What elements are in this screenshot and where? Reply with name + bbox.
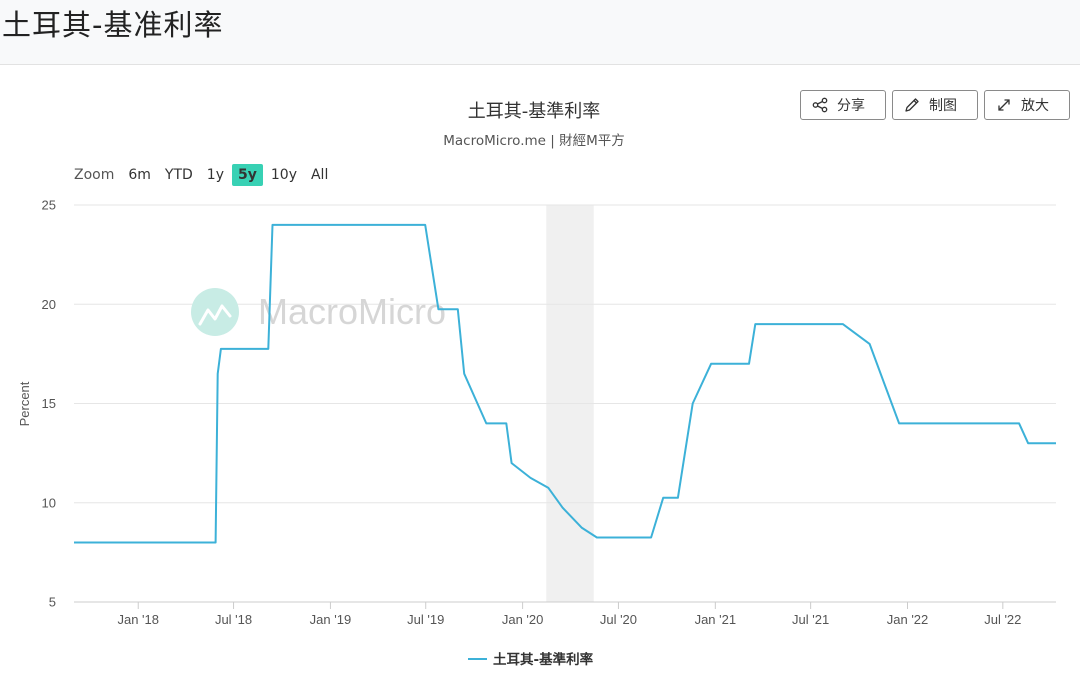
- x-tick-label: Jan '19: [310, 612, 352, 627]
- x-tick-label: Jan '22: [887, 612, 929, 627]
- y-tick-label: 10: [42, 495, 56, 510]
- x-tick-label: Jan '18: [117, 612, 159, 627]
- y-tick-label: 5: [49, 595, 56, 610]
- x-tick-label: Jul '18: [215, 612, 252, 627]
- chart-plot: MacroMicro 510152025 Jan '18 Jul '18 Jan '…: [17, 198, 1056, 668]
- y-tick-label: 20: [42, 297, 56, 312]
- watermark-logo-icon: [191, 288, 239, 336]
- x-tick-label: Jul '19: [407, 612, 444, 627]
- x-tick-label: Jan '21: [695, 612, 737, 627]
- y-axis: 5 10 15 20 25: [42, 198, 56, 610]
- x-axis: Jan '18 Jul '18 Jan '19 Jul '19 Jan '20 Jul '…: [117, 602, 1021, 627]
- x-tick-label: Jul '20: [600, 612, 637, 627]
- x-tick-label: Jan '20: [502, 612, 544, 627]
- watermark: MacroMicro: [191, 288, 446, 336]
- y-tick-label: 15: [42, 396, 56, 411]
- y-axis-title: Percent: [17, 381, 32, 426]
- x-tick-label: Jul '21: [792, 612, 829, 627]
- y-tick-label: 25: [42, 198, 56, 213]
- x-tick-label: Jul '22: [984, 612, 1021, 627]
- legend[interactable]: 土耳其-基準利率: [468, 651, 594, 668]
- watermark-text: MacroMicro: [258, 291, 446, 332]
- legend-item-label[interactable]: 土耳其-基準利率: [493, 651, 594, 668]
